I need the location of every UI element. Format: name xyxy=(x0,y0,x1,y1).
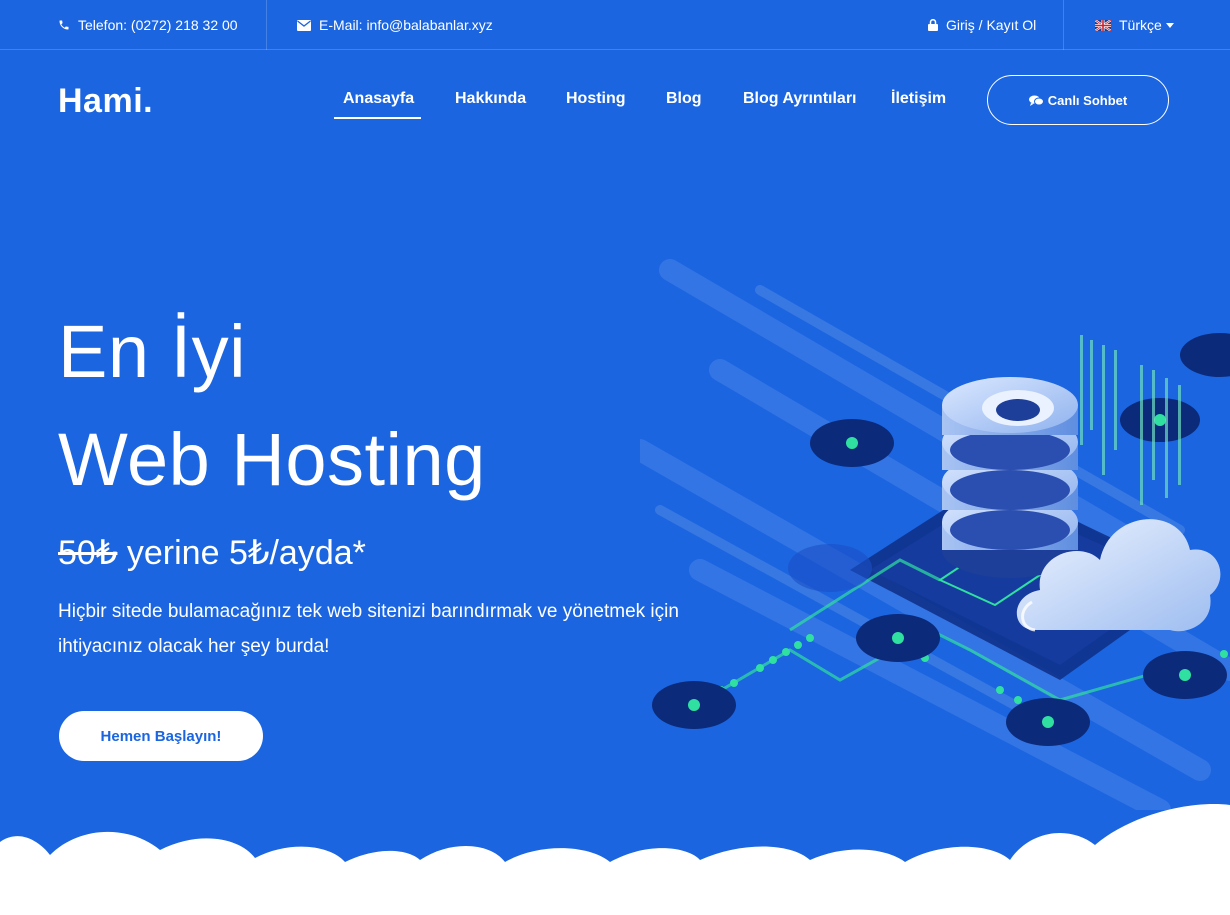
lock-icon xyxy=(928,19,938,31)
server-cloud-illustration xyxy=(640,259,1230,810)
language-text: Türkçe xyxy=(1119,17,1162,33)
top-bar: Telefon: (0272) 218 32 00 E-Mail: info@b… xyxy=(0,0,1230,50)
envelope-icon xyxy=(297,19,311,31)
language-selector[interactable]: Türkçe xyxy=(1095,0,1174,50)
bottom-clouds-decoration xyxy=(0,804,1230,915)
nav-link-iletisim[interactable]: İletişim xyxy=(891,90,946,108)
chat-icon xyxy=(1028,95,1044,106)
hero-title-line2: Web Hosting xyxy=(58,418,486,501)
email-contact[interactable]: E-Mail: info@balabanlar.xyz xyxy=(297,0,493,50)
old-price: 50₺ xyxy=(58,534,118,572)
hero-price: 50₺ yerine 5₺/ayda* xyxy=(58,533,366,573)
nav-link-hosting[interactable]: Hosting xyxy=(566,90,626,108)
logo[interactable]: Hami. xyxy=(58,82,153,121)
divider xyxy=(266,0,267,50)
live-chat-label: Canlı Sohbet xyxy=(1047,92,1128,108)
phone-contact[interactable]: Telefon: (0272) 218 32 00 xyxy=(58,0,238,50)
nav-link-anasayfa[interactable]: Anasayfa xyxy=(343,90,414,108)
flag-icon xyxy=(1095,19,1111,31)
nav-link-blog-ayrintilari[interactable]: Blog Ayrıntıları xyxy=(743,90,857,108)
hero-title-line1: En İyi xyxy=(58,310,247,393)
hero-title: En İyi Web Hosting xyxy=(58,298,486,514)
nav-link-blog[interactable]: Blog xyxy=(666,90,702,108)
chevron-down-icon xyxy=(1165,22,1174,28)
phone-icon xyxy=(59,20,69,30)
live-chat-button[interactable]: Canlı Sohbet xyxy=(987,75,1169,125)
hero-description: Hiçbir sitede bulamacağınız tek web site… xyxy=(58,601,679,657)
divider xyxy=(1063,0,1064,50)
nav-link-hakkinda[interactable]: Hakkında xyxy=(455,90,526,108)
new-price: yerine 5₺/ayda* xyxy=(117,534,366,572)
email-text: E-Mail: info@balabanlar.xyz xyxy=(319,17,493,33)
active-nav-indicator xyxy=(334,117,421,119)
login-text: Giriş / Kayıt Ol xyxy=(946,17,1037,33)
get-started-button[interactable]: Hemen Başlayın! xyxy=(59,711,263,761)
login-link[interactable]: Giriş / Kayıt Ol xyxy=(928,0,1036,50)
phone-text: Telefon: (0272) 218 32 00 xyxy=(78,17,238,33)
